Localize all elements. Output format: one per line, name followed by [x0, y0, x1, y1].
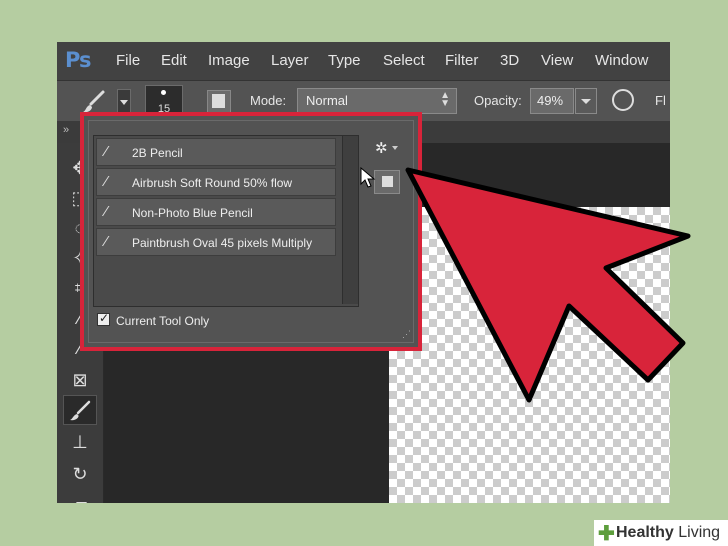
brand-plus-icon: ✚	[598, 523, 615, 545]
brand-bold: Healthy	[616, 524, 674, 541]
red-pointer-arrow	[405, 167, 691, 403]
watermark-footer: ✚ Healthy Living	[594, 520, 728, 546]
brand-name: Healthy Living	[616, 524, 720, 542]
brand-light: Living	[678, 524, 721, 541]
